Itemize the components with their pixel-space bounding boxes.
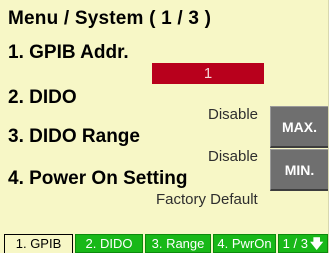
tab-pwron-label: 4. PwrOn: [217, 236, 272, 251]
power-on-setting-value[interactable]: Factory Default: [156, 191, 258, 208]
tab-dido[interactable]: 2. DIDO: [75, 234, 143, 253]
tab-range-label: 3. Range: [151, 236, 205, 251]
instrument-screen: Menu / System ( 1 / 3 ) 1. GPIB Addr. 1 …: [0, 0, 329, 253]
dido-range-value[interactable]: Disable: [208, 148, 258, 165]
tab-dido-label: 2. DIDO: [85, 236, 133, 251]
gpib-addr-label: 1. GPIB Addr.: [8, 42, 129, 63]
arrow-down-icon: 🡇: [309, 236, 324, 251]
dido-label: 2. DIDO: [8, 87, 77, 108]
gpib-addr-value[interactable]: 1: [152, 63, 264, 84]
tab-range[interactable]: 3. Range: [145, 234, 211, 253]
tab-gpib-label: 1. GPIB: [15, 236, 62, 251]
tab-page-label: 1 / 3: [282, 236, 308, 251]
power-on-setting-label: 4. Power On Setting: [8, 168, 188, 189]
max-button[interactable]: MAX.: [270, 106, 328, 148]
tab-gpib[interactable]: 1. GPIB: [4, 234, 73, 253]
dido-value[interactable]: Disable: [208, 106, 258, 123]
tab-bar: 1. GPIB 2. DIDO 3. Range 4. PwrOn 1 / 3 🡇: [4, 234, 328, 253]
dido-range-label: 3. DIDO Range: [8, 126, 140, 147]
page-title: Menu / System ( 1 / 3 ): [8, 8, 212, 29]
tab-pwron[interactable]: 4. PwrOn: [213, 234, 276, 253]
min-button[interactable]: MIN.: [270, 149, 328, 191]
tab-page[interactable]: 1 / 3 🡇: [278, 234, 328, 253]
